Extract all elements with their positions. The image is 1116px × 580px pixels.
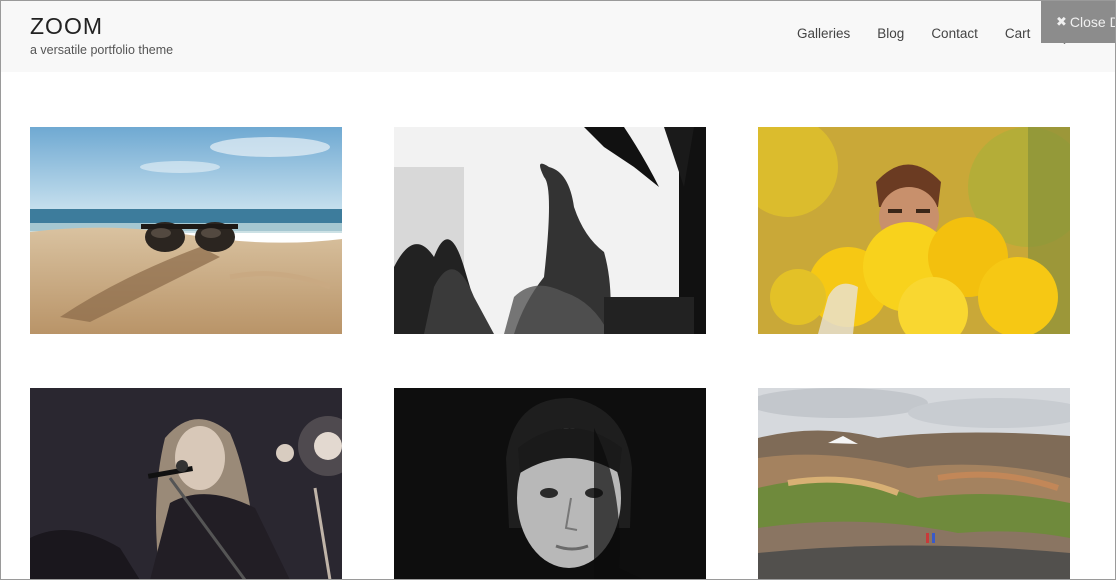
site-header: ZOOM a versatile portfolio theme Galleri… — [1, 1, 1115, 72]
close-demo-label: Close D — [1069, 14, 1116, 30]
nav-item-cart[interactable]: Cart — [1005, 26, 1031, 42]
close-demo-button[interactable]: ✖ Close D — [1041, 1, 1116, 43]
nav-item-galleries[interactable]: Galleries — [797, 26, 850, 42]
main-nav: Galleries Blog Contact Cart — [797, 26, 1057, 42]
browser-frame: ZOOM a versatile portfolio theme Galleri… — [0, 0, 1116, 580]
gallery-item-mountains[interactable] — [758, 388, 1070, 579]
gallery-image — [30, 127, 342, 334]
nav-item-blog[interactable]: Blog — [877, 26, 904, 42]
gallery-item-singer[interactable] — [30, 388, 342, 579]
gallery-item-portrait[interactable] — [394, 388, 706, 579]
gallery-image — [758, 388, 1070, 579]
gallery-item-silhouette[interactable] — [394, 127, 706, 334]
gallery-image — [394, 388, 706, 579]
gallery-image — [758, 127, 1070, 334]
gallery-item-yellow-smoke[interactable] — [758, 127, 1070, 334]
site-tagline: a versatile portfolio theme — [30, 43, 174, 57]
nav-item-contact[interactable]: Contact — [931, 26, 978, 42]
close-icon: ✖ — [1056, 14, 1067, 29]
gallery-item-sunglasses[interactable] — [30, 127, 342, 334]
site-title[interactable]: ZOOM — [30, 13, 103, 40]
gallery-image — [394, 127, 706, 334]
gallery-image — [30, 388, 342, 579]
